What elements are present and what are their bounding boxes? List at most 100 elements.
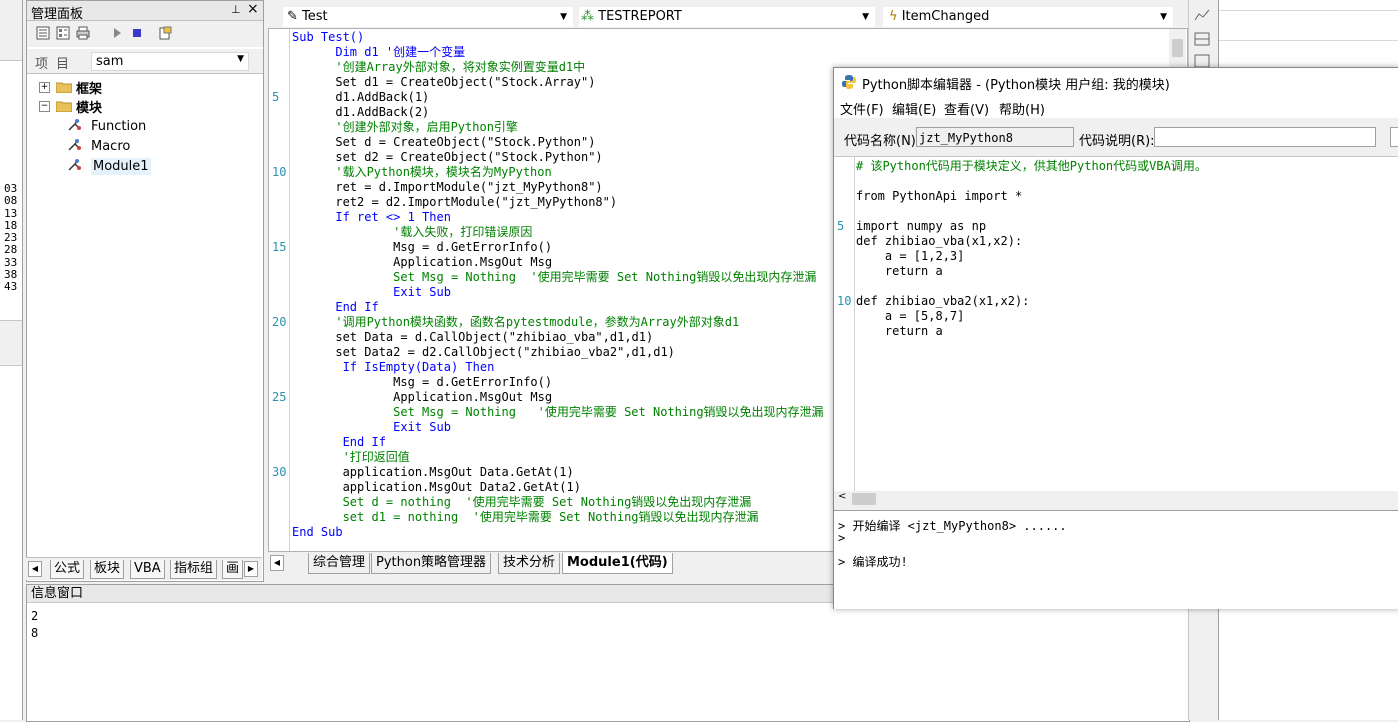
- left-strip-number: 08: [4, 194, 18, 208]
- tab-vba[interactable]: VBA: [130, 560, 165, 579]
- dialog-titlebar: Python脚本编辑器 - (Python模块 用户组: 我的模块): [834, 68, 1398, 96]
- list-view-icon[interactable]: [35, 25, 51, 41]
- line-number: 30: [272, 465, 287, 479]
- code-info-row: 代码名称(N): jzt_MyPython8 代码说明(R):: [834, 122, 1398, 154]
- line-number: 20: [272, 315, 287, 329]
- python-code-line: [856, 279, 1396, 294]
- python-code-line: # 该Python代码用于模块定义，供其他Python代码或VBA调用。: [856, 159, 1207, 173]
- python-code-lines[interactable]: # 该Python代码用于模块定义，供其他Python代码或VBA调用。 from…: [856, 159, 1396, 339]
- tree-item-label: Function: [91, 118, 147, 134]
- panel-tabs: ◀ 公式 板块 VBA 指标组 画 ▶: [26, 557, 262, 580]
- tab-scroll-left-icon[interactable]: ◀: [270, 555, 284, 571]
- info-line: 2: [31, 609, 39, 623]
- left-strip-footer: [0, 320, 22, 366]
- chevron-down-icon: ▼: [237, 54, 244, 64]
- tab-overview[interactable]: 综合管理: [308, 553, 371, 574]
- line-number-gutter: 5 10 15 20 25 30: [269, 29, 290, 551]
- code-line: Dim d1 '创建一个变量: [292, 45, 466, 59]
- menu-file[interactable]: 文件(F): [840, 99, 884, 118]
- print-icon[interactable]: [75, 25, 91, 41]
- project-select[interactable]: sam ▼: [91, 52, 249, 71]
- tab-scroll-right-icon[interactable]: ▶: [244, 561, 258, 577]
- code-desc-field[interactable]: [1154, 127, 1376, 147]
- management-panel: 管理面板 ⊥ × 项目 sam ▼ + 框架 − 模块 Function Mac…: [26, 0, 264, 582]
- python-code-line: return a: [856, 264, 943, 278]
- chart-icon[interactable]: [1194, 8, 1210, 22]
- tab-technical-analysis[interactable]: 技术分析: [498, 553, 561, 574]
- close-icon[interactable]: ×: [247, 1, 259, 17]
- project-label: 项目: [35, 57, 78, 72]
- stop-icon[interactable]: [129, 25, 145, 41]
- tree-item-function[interactable]: Function: [67, 116, 146, 136]
- expand-icon[interactable]: +: [39, 81, 50, 93]
- python-code-line: import numpy as np: [856, 219, 987, 233]
- python-code-line: [856, 174, 1396, 189]
- menu-help[interactable]: 帮助(H): [999, 99, 1045, 118]
- procedure-select-value: Test: [302, 9, 328, 24]
- chevron-down-icon: ▼: [1160, 12, 1167, 22]
- scroll-left-icon[interactable]: <: [838, 491, 846, 502]
- line-number: 15: [272, 240, 287, 254]
- horizontal-scrollbar[interactable]: <: [834, 491, 1398, 507]
- detail-view-icon[interactable]: [55, 25, 71, 41]
- output-line: > 编译成功!: [838, 555, 908, 569]
- event-icon: ϟ: [889, 9, 898, 24]
- folder-icon: [56, 82, 72, 93]
- tab-sector[interactable]: 板块: [90, 560, 125, 579]
- scrollbar-thumb[interactable]: [852, 493, 876, 505]
- editor-dropdown-bar: ✎ Test ▼ ⁂ TESTREPORT ▼ ϟ ItemChanged ▼: [282, 5, 1182, 28]
- python-logo-icon: [842, 75, 856, 89]
- left-strip-header: [0, 0, 22, 61]
- output-line: > 开始编译 <jzt_MyPython8> ......: [838, 519, 1067, 533]
- collapse-icon[interactable]: −: [39, 100, 50, 112]
- python-code-line: [856, 204, 1396, 219]
- python-code-line: a = [5,8,7]: [856, 309, 965, 323]
- left-strip-number: 28: [4, 243, 18, 257]
- python-editor-dialog: Python脚本编辑器 - (Python模块 用户组: 我的模块) 文件(F)…: [833, 67, 1398, 609]
- panel-toolbar: [27, 21, 263, 47]
- tab-scroll-left-icon[interactable]: ◀: [28, 561, 42, 577]
- line-number-gutter: 5 10: [834, 157, 855, 495]
- event-select[interactable]: ϟ ItemChanged ▼: [882, 6, 1174, 28]
- dialog-title: Python脚本编辑器 - (Python模块 用户组: 我的模块): [862, 78, 1170, 93]
- line-number: 25: [272, 390, 287, 404]
- dialog-side-button[interactable]: [1390, 127, 1398, 147]
- tab-indicator-group[interactable]: 指标组: [170, 560, 218, 579]
- code-desc-label: 代码说明(R):: [1079, 134, 1155, 149]
- compile-icon[interactable]: [157, 25, 173, 41]
- object-icon: ⁂: [581, 9, 594, 24]
- chevron-down-icon: ▼: [862, 12, 869, 22]
- info-line: 8: [31, 626, 39, 640]
- menu-view[interactable]: 查看(V): [944, 99, 989, 118]
- tree-item-macro[interactable]: Macro: [67, 136, 130, 156]
- tab-draw[interactable]: 画: [222, 560, 244, 579]
- tree-item-module-folder[interactable]: − 模块: [39, 96, 102, 116]
- tab-formula[interactable]: 公式: [50, 560, 85, 579]
- menu-edit[interactable]: 编辑(E): [892, 99, 936, 118]
- tab-module1-code[interactable]: Module1(代码): [562, 553, 673, 574]
- object-select[interactable]: ⁂ TESTREPORT ▼: [578, 6, 876, 28]
- tree-item-frame[interactable]: + 框架: [39, 77, 102, 97]
- tree-item-module1[interactable]: Module1: [67, 156, 151, 176]
- pin-icon[interactable]: ⊥: [231, 3, 241, 16]
- split-view-icon[interactable]: [1194, 32, 1210, 46]
- run-icon[interactable]: [109, 25, 125, 41]
- scrollbar-thumb[interactable]: [1172, 39, 1183, 57]
- python-code-editor[interactable]: 5 10 # 该Python代码用于模块定义，供其他Python代码或VBA调用…: [834, 156, 1398, 507]
- line-number: 10: [837, 294, 852, 308]
- procedure-icon: ✎: [287, 9, 298, 24]
- tab-python-strategy-manager[interactable]: Python策略管理器: [371, 553, 492, 574]
- output-line: >: [838, 531, 846, 545]
- tree-item-label: 模块: [76, 100, 103, 116]
- code-name-label: 代码名称(N):: [844, 134, 921, 149]
- python-code-line: a = [1,2,3]: [856, 249, 965, 263]
- window-icon[interactable]: [1194, 54, 1210, 68]
- panel-titlebar: 管理面板 ⊥ ×: [27, 1, 263, 22]
- project-row: 项目 sam ▼: [27, 49, 263, 74]
- procedure-select[interactable]: ✎ Test ▼: [282, 6, 574, 28]
- left-strip-numbers: 03 08 13 18 23 28 33 38 43: [4, 182, 18, 294]
- left-strip-number: 43: [4, 280, 18, 294]
- python-code-line: def zhibiao_vba2(x1,x2):: [856, 294, 1030, 308]
- line-number: 5: [837, 219, 845, 233]
- line-number: 5: [272, 90, 280, 104]
